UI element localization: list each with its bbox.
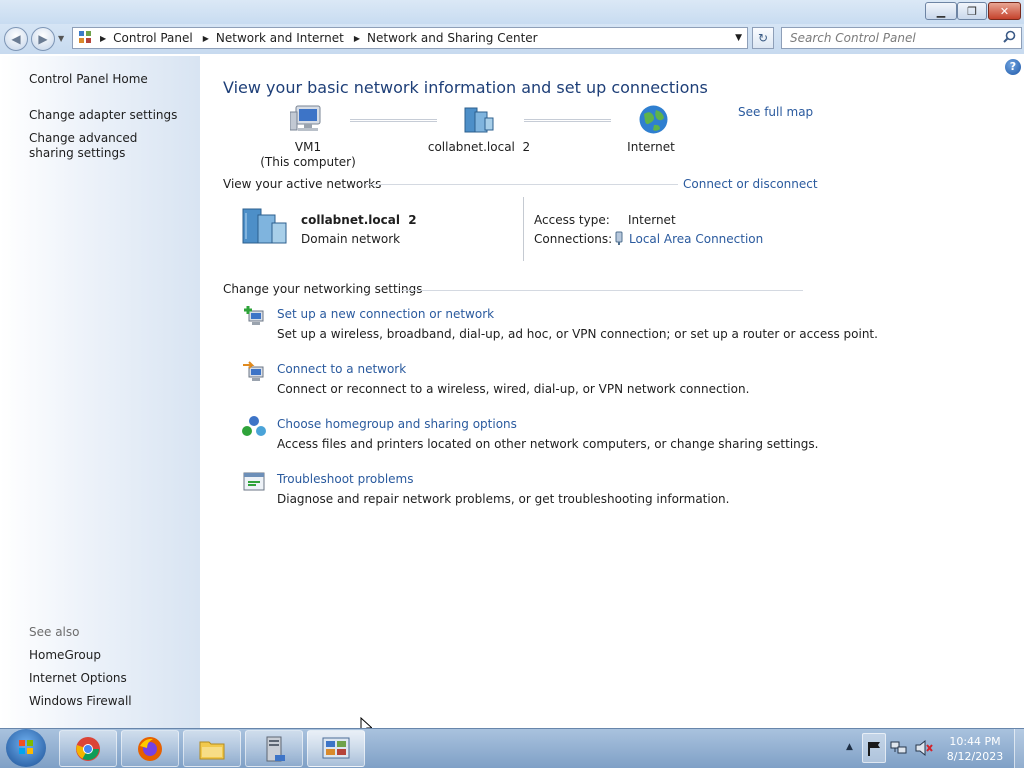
- breadcrumb-network-and-internet[interactable]: Network and Internet: [216, 31, 344, 45]
- internet-label: Internet: [627, 140, 675, 154]
- internet-globe-icon: [638, 104, 669, 138]
- homegroup-icon: [242, 415, 266, 439]
- troubleshoot-desc: Diagnose and repair network problems, or…: [277, 492, 730, 506]
- troubleshoot-icon: [242, 470, 266, 494]
- clock-date: 8/12/2023: [946, 750, 1004, 763]
- explorer-icon[interactable]: [183, 730, 241, 767]
- new-connection-icon: [242, 305, 266, 329]
- network-name: collabnet.local 2: [301, 213, 417, 227]
- local-area-connection-link[interactable]: Local Area Connection: [629, 232, 763, 246]
- search-icon[interactable]: [1003, 30, 1016, 46]
- network-icon: [240, 207, 292, 250]
- connect-network-icon: [242, 360, 266, 384]
- chrome-icon[interactable]: [59, 730, 117, 767]
- change-advanced-sharing-link[interactable]: Change advanced sharing settings: [29, 131, 179, 161]
- see-full-map-link[interactable]: See full map: [738, 105, 813, 119]
- back-button[interactable]: ◀: [4, 27, 28, 51]
- clock-time: 10:44 PM: [949, 735, 1001, 748]
- search-input[interactable]: Search Control Panel: [781, 27, 1022, 49]
- windows-firewall-link[interactable]: Windows Firewall: [29, 694, 132, 709]
- start-orb-icon[interactable]: [6, 729, 46, 767]
- network-divider: [523, 197, 524, 261]
- action-center-flag-icon[interactable]: [862, 733, 886, 763]
- internet-options-link[interactable]: Internet Options: [29, 671, 127, 686]
- network-type: Domain network: [301, 232, 401, 246]
- show-desktop-button[interactable]: [1014, 729, 1024, 768]
- ethernet-icon: [613, 231, 625, 249]
- page-title: View your basic network information and …: [223, 78, 708, 97]
- domain-network-icon: [463, 106, 495, 137]
- connect-or-disconnect-link[interactable]: Connect or disconnect: [683, 177, 818, 191]
- search-placeholder: Search Control Panel: [790, 31, 916, 45]
- firefox-icon[interactable]: [121, 730, 179, 767]
- help-icon[interactable]: ?: [1005, 59, 1021, 75]
- server-manager-icon[interactable]: [245, 730, 303, 767]
- computer-icon: [289, 104, 324, 137]
- show-hidden-icons-icon[interactable]: ▲: [846, 742, 853, 752]
- minimize-button[interactable]: ▁: [925, 2, 957, 20]
- recent-pages-dropdown-icon[interactable]: ▼: [58, 34, 64, 43]
- volume-muted-icon[interactable]: [914, 739, 934, 760]
- setup-connection-desc: Set up a wireless, broadband, dial-up, a…: [277, 327, 878, 341]
- domain-network-name: collabnet.local 2: [427, 140, 531, 154]
- forward-button[interactable]: ▶: [31, 27, 55, 51]
- troubleshoot-link[interactable]: Troubleshoot problems: [277, 472, 413, 486]
- clock[interactable]: 10:44 PM 8/12/2023: [940, 734, 1010, 764]
- breadcrumb-separator-icon[interactable]: ▶: [100, 34, 106, 43]
- breadcrumb-separator-icon[interactable]: ▶: [354, 34, 360, 43]
- map-connection-line: [350, 119, 437, 122]
- access-type-label: Access type:: [534, 213, 610, 227]
- address-bar[interactable]: ▶ Control Panel ▶ Network and Internet ▶…: [72, 27, 748, 49]
- section-divider: [401, 290, 803, 291]
- refresh-button[interactable]: ↻: [752, 27, 774, 49]
- breadcrumb-control-panel[interactable]: Control Panel: [113, 31, 193, 45]
- breadcrumb-separator-icon[interactable]: ▶: [203, 34, 209, 43]
- active-networks-heading: View your active networks: [223, 177, 382, 191]
- network-tray-icon[interactable]: [890, 739, 908, 760]
- control-panel-icon[interactable]: [307, 730, 365, 767]
- connections-label: Connections:: [534, 232, 613, 246]
- close-button[interactable]: ✕: [988, 2, 1021, 20]
- breadcrumb-network-sharing-center[interactable]: Network and Sharing Center: [367, 31, 538, 45]
- control-panel-icon: [78, 30, 92, 47]
- homegroup-sharing-desc: Access files and printers located on oth…: [277, 437, 819, 451]
- setup-connection-link[interactable]: Set up a new connection or network: [277, 307, 494, 321]
- address-dropdown-icon[interactable]: ▼: [735, 33, 742, 43]
- section-divider: [365, 184, 678, 185]
- see-also-heading: See also: [29, 625, 80, 639]
- connect-to-network-link[interactable]: Connect to a network: [277, 362, 406, 376]
- maximize-button[interactable]: ❐: [957, 2, 987, 20]
- change-adapter-settings-link[interactable]: Change adapter settings: [29, 108, 177, 123]
- homegroup-link[interactable]: HomeGroup: [29, 648, 101, 663]
- map-connection-line: [524, 119, 611, 122]
- change-settings-heading: Change your networking settings: [223, 282, 423, 296]
- access-type-value: Internet: [628, 213, 676, 227]
- control-panel-home-link[interactable]: Control Panel Home: [29, 72, 148, 87]
- title-bar: [0, 0, 1024, 24]
- connect-to-network-desc: Connect or reconnect to a wireless, wire…: [277, 382, 750, 396]
- homegroup-sharing-link[interactable]: Choose homegroup and sharing options: [277, 417, 517, 431]
- computer-note: (This computer): [260, 155, 356, 169]
- computer-name: VM1: [294, 140, 322, 154]
